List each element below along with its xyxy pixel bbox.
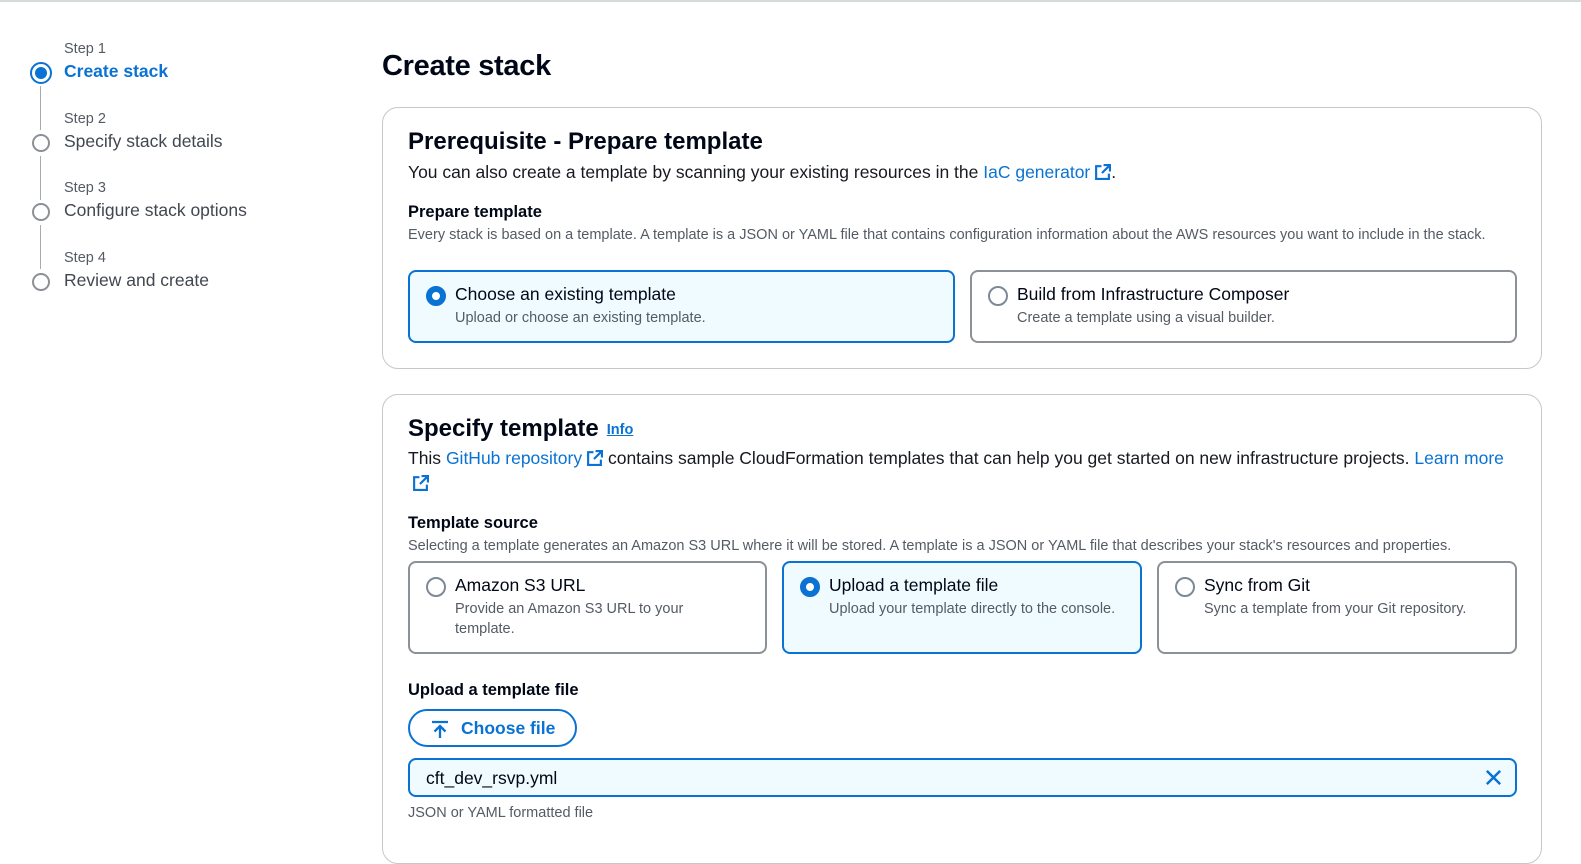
desc-text: You can also create a template by scanni… — [408, 162, 984, 182]
step-pending-icon — [32, 133, 50, 152]
file-name: cft_dev_rsvp.yml — [426, 768, 558, 788]
option-title: Sync from Git — [1204, 575, 1310, 595]
option-description: Create a template using a visual builder… — [1017, 310, 1275, 326]
desc-text: . — [1111, 162, 1117, 182]
link-text: IaC generator — [983, 162, 1091, 182]
button-label: Choose file — [461, 718, 556, 738]
option-title: Upload a template file — [829, 575, 999, 595]
step-label[interactable]: Create stack — [64, 61, 168, 82]
external-link-icon — [413, 475, 429, 491]
step-2: Step 2 Specify stack details — [30, 108, 350, 200]
step-number: Step 2 — [64, 110, 106, 127]
top-divider — [0, 0, 1581, 2]
upload-template-label: Upload a template file — [408, 681, 579, 699]
step-label: Configure stack options — [64, 200, 247, 220]
option-description: Upload your template directly to the con… — [829, 601, 1116, 617]
step-number: Step 1 — [64, 41, 106, 57]
info-link[interactable]: Info — [607, 422, 634, 438]
option-description: Sync a template from your Git repository… — [1204, 601, 1467, 617]
selected-file-token: cft_dev_rsvp.yml — [408, 758, 1517, 797]
link-text: GitHub repository — [445, 448, 583, 468]
iac-generator-link[interactable]: IaC generator — [983, 162, 1112, 182]
step-label: Specify stack details — [64, 130, 223, 151]
specify-template-panel: Specify template Info This GitHub reposit… — [382, 394, 1542, 864]
option-description: Provide an Amazon S3 URL to your templat… — [455, 601, 684, 637]
option-title: Amazon S3 URL — [455, 575, 586, 595]
external-link-icon — [1095, 164, 1112, 180]
option-title: Build from Infrastructure Composer — [1017, 284, 1290, 304]
desc-text: contains sample CloudFormation templates… — [603, 448, 1415, 468]
step-3: Step 3 Configure stack options — [30, 177, 350, 269]
option-infrastructure-composer[interactable]: Build from Infrastructure Composer Creat… — [970, 270, 1517, 343]
step-number: Step 4 — [64, 249, 106, 266]
specify-template-heading: Specify template Info — [408, 415, 633, 443]
radio-selected-icon[interactable] — [800, 577, 820, 597]
page-title: Create stack — [382, 50, 551, 82]
step-4: Step 4 Review and create — [30, 247, 350, 317]
radio-unselected-icon[interactable] — [988, 286, 1008, 306]
upload-icon — [432, 720, 448, 738]
desc-text: This — [408, 448, 446, 468]
step-pending-icon — [32, 203, 50, 221]
prepare-template-label: Prepare template — [408, 203, 542, 221]
option-description: Upload or choose an existing template. — [455, 310, 706, 326]
external-link-icon — [587, 450, 604, 466]
radio-unselected-icon[interactable] — [1175, 577, 1195, 597]
option-existing-template[interactable]: Choose an existing template Upload or ch… — [408, 270, 955, 343]
template-source-description: Selecting a template generates an Amazon… — [408, 538, 1452, 554]
heading-text: Specify template — [408, 415, 599, 442]
link-text: Learn — [1414, 448, 1460, 468]
step-label: Review and create — [64, 269, 209, 290]
choose-file-button[interactable]: Choose file — [408, 709, 577, 747]
file-constraint-text: JSON or YAML formatted file — [408, 805, 594, 821]
step-pending-icon — [32, 272, 50, 291]
option-title: Choose an existing template — [455, 284, 676, 304]
prerequisite-heading: Prerequisite - Prepare template — [408, 128, 763, 155]
template-source-label: Template source — [408, 514, 538, 532]
prerequisite-panel: Prerequisite - Prepare template You can … — [382, 107, 1542, 369]
close-icon[interactable] — [1484, 768, 1503, 787]
github-repository-link[interactable]: GitHub repository — [445, 448, 604, 468]
wizard-steps: Step 1 Create stack Step 2 Specify stack… — [30, 38, 350, 316]
link-text: more — [1464, 448, 1504, 468]
radio-unselected-icon[interactable] — [426, 577, 446, 597]
specify-template-description: This GitHub repository contains sample C… — [408, 446, 1508, 496]
option-upload-template[interactable]: Upload a template file Upload your templ… — [782, 561, 1142, 654]
step-current-icon — [30, 62, 52, 84]
option-sync-from-git[interactable]: Sync from Git Sync a template from your … — [1157, 561, 1517, 654]
step-number: Step 3 — [64, 180, 106, 196]
prepare-template-description: Every stack is based on a template. A te… — [408, 227, 1486, 243]
prerequisite-description: You can also create a template by scanni… — [408, 160, 1508, 185]
option-s3-url[interactable]: Amazon S3 URL Provide an Amazon S3 URL t… — [408, 561, 767, 654]
step-1[interactable]: Step 1 Create stack — [30, 38, 350, 130]
radio-selected-icon[interactable] — [426, 286, 446, 306]
